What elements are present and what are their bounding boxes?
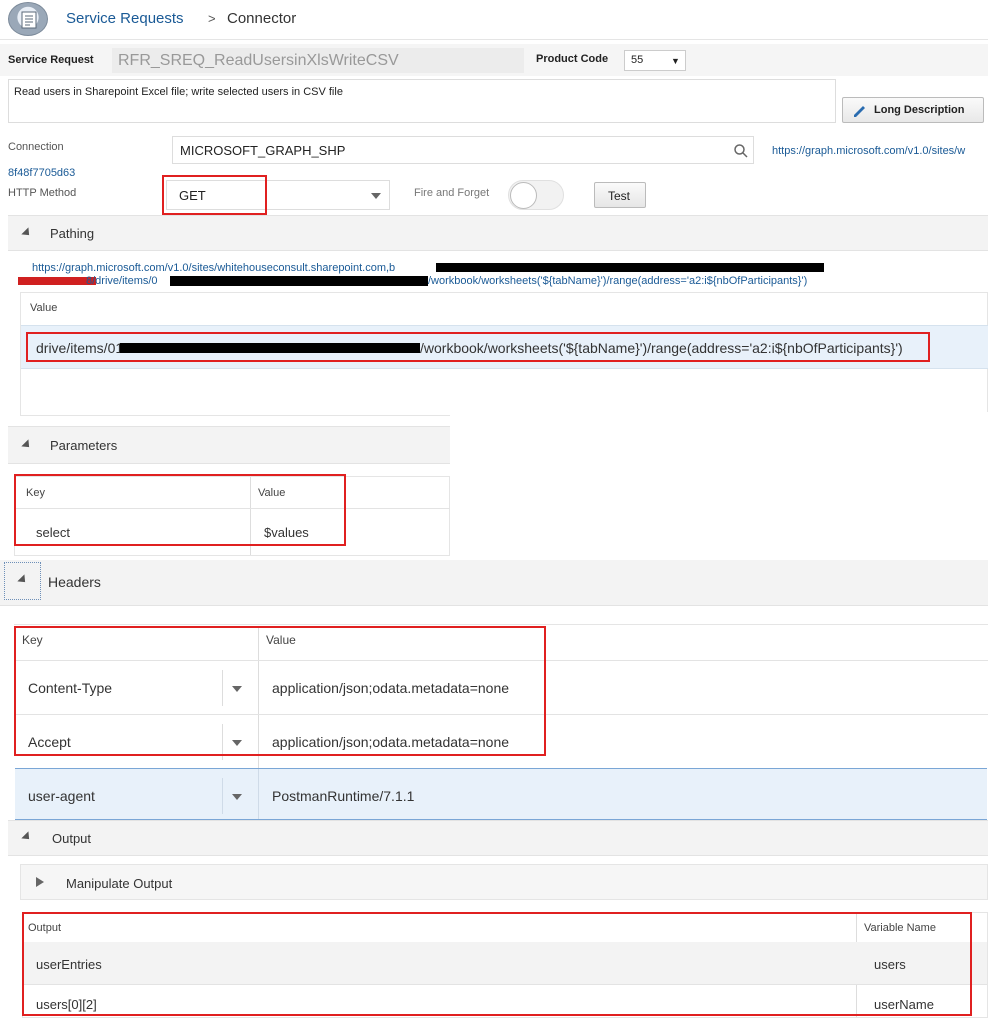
chevron-down-icon bbox=[371, 193, 381, 199]
description-textarea[interactable]: Read users in Sharepoint Excel file; wri… bbox=[8, 79, 836, 123]
variable-name-cell[interactable]: userName bbox=[874, 997, 934, 1012]
chevron-down-icon[interactable] bbox=[232, 794, 242, 800]
search-icon[interactable] bbox=[733, 143, 749, 159]
headers-collapse-button[interactable] bbox=[4, 562, 41, 600]
row-divider bbox=[23, 984, 987, 985]
output-title: Output bbox=[52, 831, 92, 846]
expand-icon bbox=[36, 877, 44, 887]
blank-region bbox=[450, 412, 988, 558]
fire-and-forget-label: Fire and Forget bbox=[414, 187, 490, 199]
output-header[interactable]: Output bbox=[8, 820, 988, 856]
product-code-label: Product Code bbox=[536, 53, 609, 65]
parameters-table bbox=[14, 476, 450, 556]
toggle-knob bbox=[510, 182, 537, 209]
chevron-down-icon[interactable] bbox=[232, 740, 242, 746]
chevron-down-icon[interactable] bbox=[232, 686, 242, 692]
breadcrumb-service-requests[interactable]: Service Requests bbox=[66, 10, 184, 27]
dropdown-divider bbox=[222, 670, 223, 706]
output-column-header: Output bbox=[28, 922, 62, 934]
header-value-cell[interactable]: application/json;odata.metadata=none bbox=[272, 734, 509, 750]
output-row[interactable] bbox=[23, 942, 987, 984]
service-request-label: Service Request bbox=[8, 54, 94, 66]
parameters-header[interactable]: Parameters bbox=[8, 426, 450, 464]
headers-value-header: Value bbox=[266, 633, 296, 647]
collapse-icon bbox=[21, 831, 33, 843]
connection-url-link[interactable]: https://graph.microsoft.com/v1.0/sites/w bbox=[772, 145, 988, 157]
row-divider bbox=[15, 508, 450, 509]
redaction bbox=[120, 343, 420, 353]
pathing-header[interactable]: Pathing bbox=[8, 215, 988, 251]
output-cell[interactable]: userEntries bbox=[36, 957, 102, 972]
pencil-icon bbox=[854, 106, 865, 117]
pathing-url-line1[interactable]: https://graph.microsoft.com/v1.0/sites/w… bbox=[32, 262, 395, 274]
headers-section-bg bbox=[0, 560, 988, 606]
output-cell[interactable]: users[0][2] bbox=[36, 997, 97, 1012]
parameters-title: Parameters bbox=[50, 438, 118, 453]
app-logo-icon[interactable] bbox=[8, 2, 48, 36]
column-divider bbox=[258, 769, 259, 819]
http-method-value: GET bbox=[179, 188, 206, 203]
collapse-icon bbox=[21, 227, 33, 239]
redaction bbox=[170, 276, 428, 286]
headers-key-header: Key bbox=[22, 633, 43, 647]
redaction bbox=[436, 263, 824, 272]
column-divider bbox=[250, 477, 251, 555]
connection-field[interactable]: MICROSOFT_GRAPH_SHP bbox=[172, 136, 754, 164]
redacted-red-scribble bbox=[18, 277, 96, 285]
row-divider bbox=[14, 660, 988, 661]
pathing-url-line2-start[interactable]: 8/drive/items/0 bbox=[86, 275, 158, 287]
pathing-value-header: Value bbox=[30, 302, 58, 314]
pathing-url-line2-end[interactable]: /workbook/worksheets('${tabName}')/range… bbox=[428, 275, 807, 287]
header-key-cell[interactable]: user-agent bbox=[28, 788, 95, 804]
header-key-cell[interactable]: Content-Type bbox=[28, 680, 112, 696]
header-key-cell[interactable]: Accept bbox=[28, 734, 71, 750]
page-title: Connector bbox=[227, 10, 297, 27]
test-button[interactable]: Test bbox=[594, 182, 646, 208]
dropdown-divider bbox=[222, 778, 223, 814]
pathing-value-start: drive/items/01 bbox=[36, 340, 124, 356]
header-value-cell[interactable]: PostmanRuntime/7.1.1 bbox=[272, 788, 414, 804]
service-request-value: RFR_SREQ_ReadUsersinXlsWriteCSV bbox=[118, 52, 399, 69]
row-divider bbox=[14, 714, 988, 715]
http-method-label: HTTP Method bbox=[8, 187, 77, 199]
connection-label: Connection bbox=[8, 141, 64, 153]
product-code-select[interactable]: 55 ▼ bbox=[624, 50, 686, 71]
selected-header-row[interactable] bbox=[15, 768, 987, 820]
pathing-value-end: /workbook/worksheets('${tabName}')/range… bbox=[420, 340, 903, 356]
parameters-value-header: Value bbox=[258, 487, 286, 499]
variable-name-cell[interactable]: users bbox=[874, 957, 906, 972]
parameter-value-cell[interactable]: $values bbox=[264, 525, 309, 540]
collapse-icon bbox=[21, 439, 33, 451]
pathing-title: Pathing bbox=[50, 226, 95, 241]
long-description-button[interactable]: Long Description bbox=[842, 97, 984, 123]
collapse-icon bbox=[17, 574, 29, 586]
dropdown-divider bbox=[222, 724, 223, 760]
test-button-label: Test bbox=[608, 189, 631, 203]
fire-and-forget-toggle[interactable] bbox=[508, 180, 564, 210]
chevron-down-icon: ▼ bbox=[671, 56, 680, 66]
http-method-select[interactable]: GET bbox=[166, 180, 390, 210]
manipulate-output-title: Manipulate Output bbox=[66, 876, 173, 891]
long-description-label: Long Description bbox=[874, 104, 965, 116]
parameters-key-header: Key bbox=[26, 487, 45, 499]
connection-value: MICROSOFT_GRAPH_SHP bbox=[180, 143, 346, 158]
headers-title: Headers bbox=[48, 574, 101, 590]
description-text: Read users in Sharepoint Excel file; wri… bbox=[14, 86, 343, 98]
manipulate-output-header[interactable]: Manipulate Output bbox=[20, 864, 988, 900]
product-code-value: 55 bbox=[631, 54, 644, 66]
breadcrumb-separator: > bbox=[208, 11, 216, 26]
parameter-key-cell[interactable]: select bbox=[36, 525, 70, 540]
connection-url-continuation[interactable]: 8f48f7705d63 bbox=[8, 167, 75, 179]
variable-name-column-header: Variable Name bbox=[864, 922, 936, 934]
header-value-cell[interactable]: application/json;odata.metadata=none bbox=[272, 680, 509, 696]
